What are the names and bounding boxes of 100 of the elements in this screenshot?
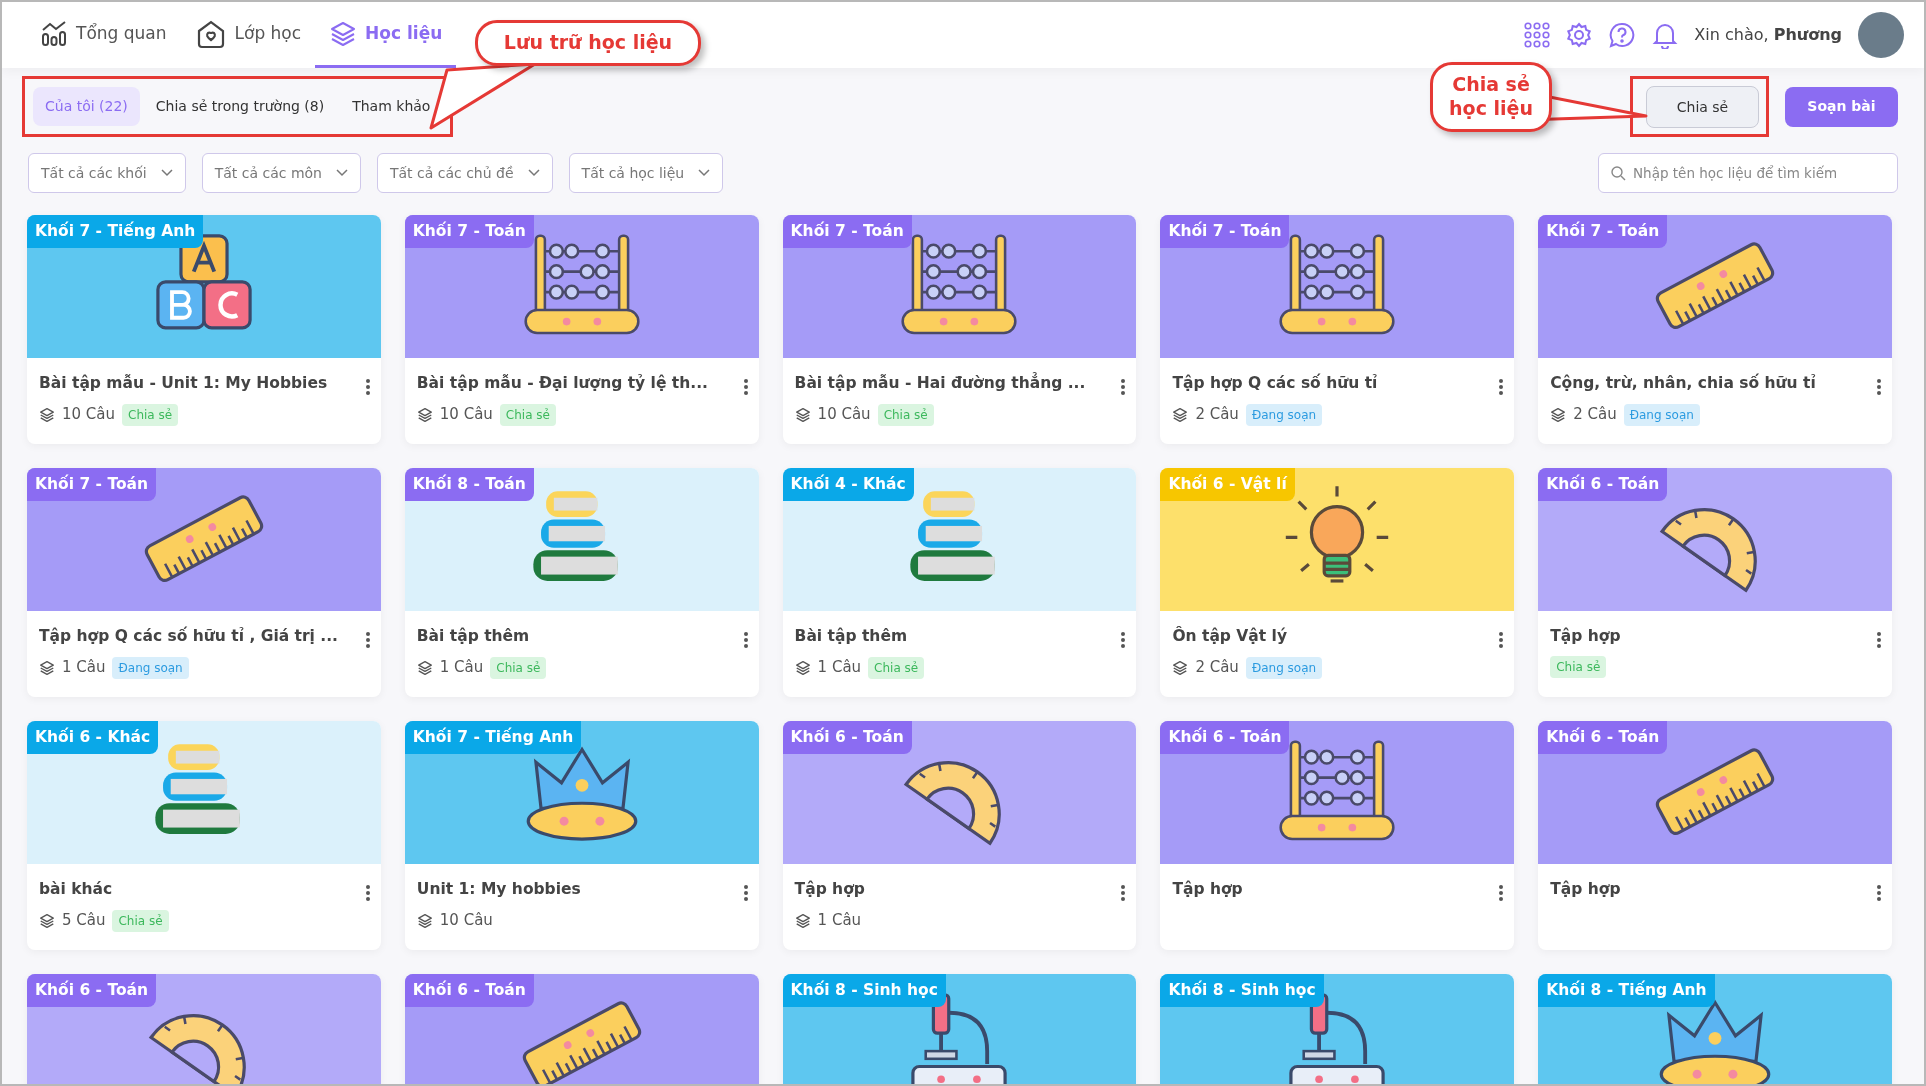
compose-button[interactable]: Soạn bài: [1785, 86, 1898, 127]
question-count: 1 Câu: [62, 657, 106, 679]
filter-dropdown[interactable]: Tất cả các khối: [28, 153, 186, 193]
layers-icon: [39, 406, 55, 423]
apps-grid-icon[interactable]: [1524, 22, 1551, 48]
card-title: Unit 1: My hobbies: [416, 879, 582, 900]
more-options-icon[interactable]: [364, 631, 371, 649]
search-field[interactable]: Nhập tên học liệu để tìm kiếm: [1598, 153, 1898, 193]
status-badge: Chia sẻ: [499, 403, 556, 426]
card-title: bài khác: [39, 879, 114, 900]
bell-icon[interactable]: [1652, 21, 1679, 49]
layers-icon: [39, 912, 55, 929]
question-count: 10 Câu: [439, 404, 493, 426]
grade-subject-tag: Khối 6 - Vật lí: [1160, 468, 1295, 502]
card-title: Bài tập mẫu - Đại lượng tỷ lệ th...: [416, 373, 709, 394]
layers-icon: [794, 912, 811, 929]
material-card[interactable]: Khối 6 - Toán: [404, 974, 759, 1084]
grade-subject-tag: Khối 6 - Toán: [1160, 721, 1290, 755]
grade-subject-tag: Khối 6 - Toán: [1538, 721, 1668, 755]
status-badge: Chia sẻ: [1550, 656, 1607, 679]
more-options-icon[interactable]: [742, 884, 749, 902]
status-badge: Chia sẻ: [877, 403, 934, 426]
filter-dropdown[interactable]: Tất cả học liệu: [568, 153, 724, 193]
material-card[interactable]: Khối 6 - Toán: [27, 974, 381, 1084]
more-options-icon[interactable]: [1498, 378, 1505, 396]
question-count: 1 Câu: [817, 657, 862, 679]
grade-subject-tag: Khối 7 - Toán: [404, 215, 534, 249]
more-options-icon[interactable]: [1876, 631, 1882, 649]
filter-dropdown[interactable]: Tất cả các chủ đề: [376, 153, 553, 193]
more-options-icon[interactable]: [364, 884, 371, 902]
chart-icon: [40, 19, 68, 48]
filter-dropdown[interactable]: Tất cả các môn: [201, 153, 361, 193]
material-card[interactable]: Khối 6 - Toán Tập hợp: [1160, 721, 1515, 950]
material-card[interactable]: Khối 8 - Toán Bài tập thêm 1 Câu Chia sẻ: [404, 468, 759, 697]
card-title: Bài tập thêm: [416, 626, 531, 647]
layers-icon: [329, 19, 358, 48]
layers-icon: [1550, 406, 1567, 423]
status-badge: Đang soạn: [1245, 403, 1323, 426]
question-count: 10 Câu: [62, 404, 116, 426]
more-options-icon[interactable]: [1120, 378, 1127, 396]
more-options-icon[interactable]: [1876, 884, 1882, 902]
material-card[interactable]: Khối 6 - Toán Tập hợp Chia sẻ: [1538, 468, 1892, 697]
grade-subject-tag: Khối 8 - Tiếng Anh: [1538, 974, 1715, 1008]
material-card[interactable]: Khối 6 - Toán Tập hợp: [1538, 721, 1892, 950]
card-title: Cộng, trừ, nhân, chia số hữu tỉ: [1550, 372, 1817, 394]
status-badge: Đang soạn: [1623, 403, 1700, 426]
material-card[interactable]: Khối 6 - Khác bài khác 5 Câu Chia sẻ: [27, 721, 381, 950]
grade-subject-tag: Khối 7 - Toán: [1160, 215, 1290, 249]
more-options-icon[interactable]: [742, 631, 749, 649]
material-card[interactable]: Khối 7 - Tiếng Anh Unit 1: My hobbies 10 Câu: [404, 721, 759, 950]
chevron-down-icon: [335, 169, 348, 177]
layers-icon: [416, 406, 433, 423]
help-icon[interactable]: [1608, 21, 1637, 49]
filter-tab[interactable]: Chia sẻ trong trường (8): [143, 87, 337, 126]
card-title: Bài tập mẫu - Unit 1: My Hobbies: [39, 373, 329, 394]
grade-subject-tag: Khối 7 - Toán: [27, 468, 157, 502]
more-options-icon[interactable]: [1120, 631, 1127, 649]
status-badge: Chia sẻ: [868, 656, 925, 679]
grade-subject-tag: Khối 6 - Toán: [782, 721, 912, 755]
more-options-icon[interactable]: [742, 378, 749, 396]
greeting-text: Xin chào, Phương: [1694, 24, 1842, 46]
nav-tab[interactable]: Học liệu: [315, 2, 457, 68]
layers-icon: [416, 912, 433, 929]
more-options-icon[interactable]: [1120, 884, 1127, 902]
layers-icon: [416, 659, 433, 676]
more-options-icon[interactable]: [1498, 631, 1505, 649]
question-count: 2 Câu: [1195, 657, 1239, 679]
grade-subject-tag: Khối 6 - Toán: [404, 974, 534, 1008]
material-card[interactable]: Khối 4 - Khác Bài tập thêm 1 Câu Chia sẻ: [782, 468, 1137, 697]
material-card[interactable]: Khối 6 - Vật lí Ôn tập Vật lý 2 Câu Đang soạn: [1160, 468, 1515, 697]
material-card[interactable]: Khối 7 - Tiếng Anh Bài tập mẫu - Unit 1: My Hobbies 10 Câu Chia sẻ: [27, 215, 381, 444]
nav-tab[interactable]: Tổng quan: [26, 2, 181, 68]
layers-icon: [1172, 659, 1189, 676]
material-card[interactable]: Khối 6 - Toán Tập hợp 1 Câu: [782, 721, 1137, 950]
question-count: 1 Câu: [817, 910, 862, 932]
more-options-icon[interactable]: [1876, 378, 1882, 396]
grade-subject-tag: Khối 7 - Tiếng Anh: [27, 215, 204, 249]
card-title: Tập hợp: [1550, 879, 1622, 900]
grade-subject-tag: Khối 6 - Toán: [1538, 468, 1668, 502]
material-card[interactable]: Khối 7 - Toán Tập hợp Q các số hữu tỉ , Giá trị ... 1 Câu Đang soạn: [27, 468, 381, 697]
share-button[interactable]: Chia sẻ: [1646, 86, 1759, 128]
chevron-down-icon: [698, 169, 711, 177]
question-count: 2 Câu: [1573, 404, 1617, 426]
question-count: 5 Câu: [62, 910, 106, 932]
material-card[interactable]: Khối 7 - Toán Bài tập mẫu - Hai đường thẳng ... 10 Câu Chia sẻ: [782, 215, 1137, 444]
material-card[interactable]: Khối 7 - Toán Bài tập mẫu - Đại lượng tỷ lệ th... 10 Câu Chia sẻ: [404, 215, 759, 444]
material-card[interactable]: Khối 7 - Toán Cộng, trừ, nhân, chia số hữu tỉ 2 Câu Đang soạn: [1538, 215, 1892, 444]
settings-icon[interactable]: [1566, 22, 1593, 48]
nav-tab[interactable]: Lớp học: [180, 2, 316, 68]
grade-subject-tag: Khối 8 - Sinh học: [782, 974, 946, 1008]
card-title: Ôn tập Vật lý: [1172, 625, 1289, 647]
user-avatar[interactable]: [1858, 12, 1904, 58]
card-title: Tập hợp Q các số hữu tỉ: [1172, 372, 1379, 394]
material-card[interactable]: Khối 7 - Toán Tập hợp Q các số hữu tỉ 2 Câu Đang soạn: [1160, 215, 1515, 444]
status-badge: Chia sẻ: [490, 656, 547, 679]
more-options-icon[interactable]: [364, 378, 371, 396]
more-options-icon[interactable]: [1498, 884, 1505, 902]
card-title: Tập hợp: [794, 879, 866, 900]
status-badge: Chia sẻ: [112, 909, 169, 932]
question-count: 10 Câu: [817, 404, 871, 426]
